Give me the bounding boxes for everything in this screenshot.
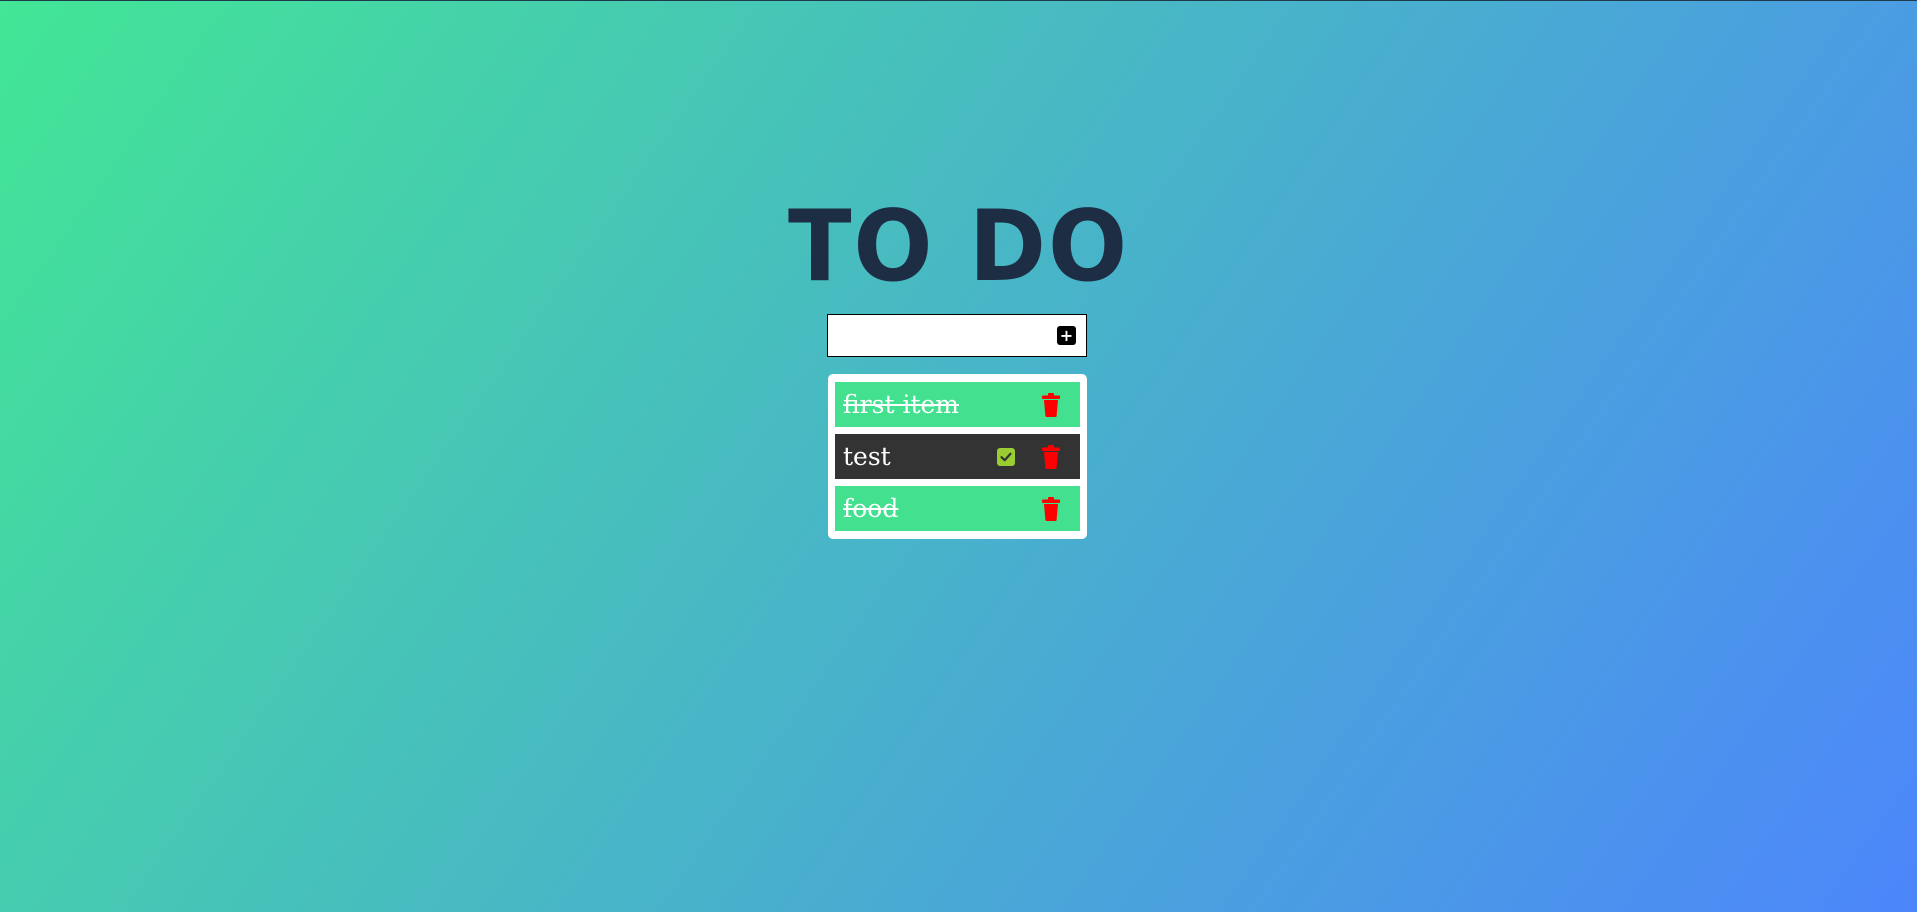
- todo-item: test: [835, 434, 1080, 479]
- todo-text: first item: [843, 390, 959, 419]
- todo-item: food: [835, 486, 1080, 531]
- delete-button[interactable]: [1041, 445, 1061, 469]
- delete-button[interactable]: [1041, 497, 1061, 521]
- trash-icon: [1042, 393, 1060, 417]
- trash-icon: [1042, 497, 1060, 521]
- todo-text: test: [843, 442, 891, 471]
- todo-text: food: [843, 494, 899, 523]
- todo-input[interactable]: [832, 319, 1046, 354]
- todo-item: first item: [835, 382, 1080, 427]
- check-icon: [1000, 452, 1012, 462]
- complete-button[interactable]: [997, 448, 1015, 466]
- todo-list: first item test food: [828, 374, 1087, 539]
- trash-icon: [1042, 445, 1060, 469]
- page-title: TO DO: [788, 190, 1129, 304]
- add-todo-form: +: [827, 314, 1087, 357]
- delete-button[interactable]: [1041, 393, 1061, 417]
- plus-icon: +: [1059, 326, 1074, 345]
- add-button[interactable]: +: [1057, 326, 1076, 345]
